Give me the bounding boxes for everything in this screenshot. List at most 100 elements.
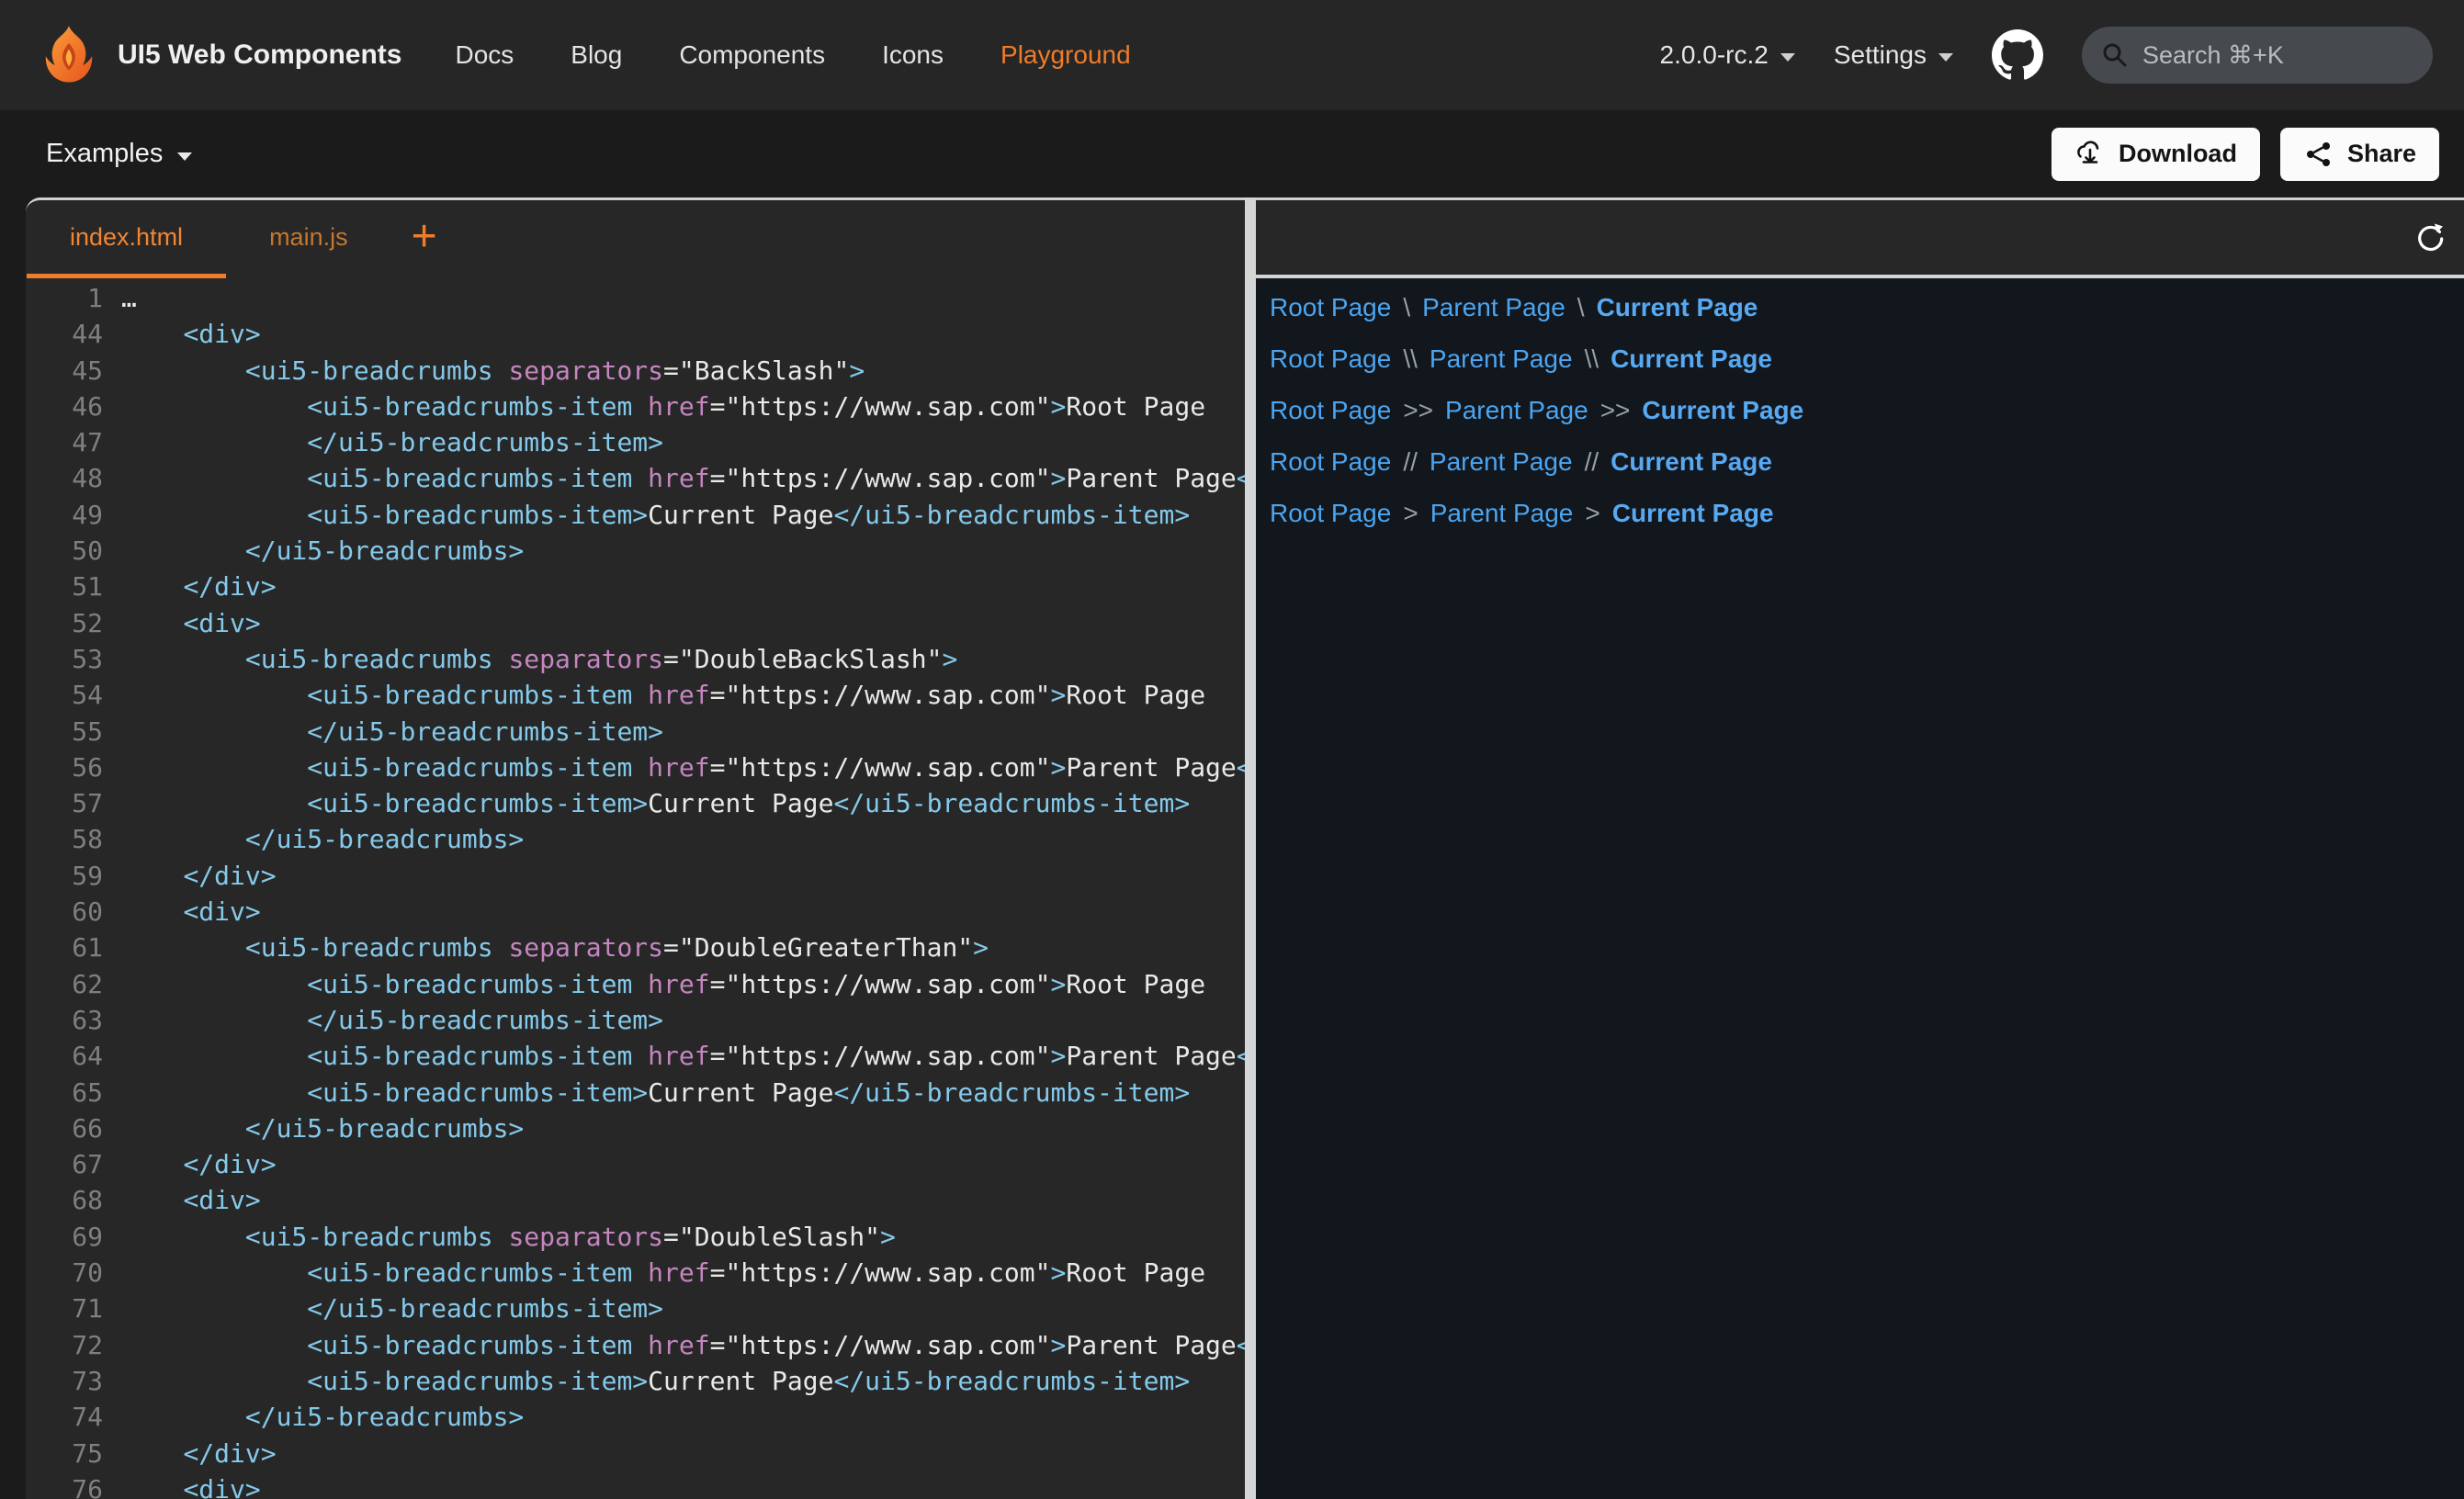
code-text: </div> xyxy=(121,1436,277,1471)
breadcrumb-link[interactable]: Root Page xyxy=(1270,344,1391,374)
line-number: 46 xyxy=(26,389,103,424)
code-text: </ui5-breadcrumbs-item> xyxy=(121,714,663,750)
breadcrumb-separator: \ xyxy=(1577,293,1585,322)
code-token: <div> xyxy=(183,1185,260,1215)
tab-main-js[interactable]: main.js xyxy=(226,200,391,278)
code-token: Parent Page xyxy=(1066,752,1236,783)
code-line: 47 </ui5-breadcrumbs-item> xyxy=(26,424,1245,460)
nav-item-playground[interactable]: Playground xyxy=(1000,40,1131,70)
code-text: … xyxy=(121,280,137,316)
editor-tabs: index.htmlmain.js xyxy=(27,200,391,278)
code-text: </div> xyxy=(121,569,277,604)
code-token xyxy=(493,1222,509,1252)
code-token: </ui5-breadcrumbs> xyxy=(245,824,524,854)
line-number: 75 xyxy=(26,1436,103,1471)
refresh-button[interactable] xyxy=(2411,220,2447,256)
code-line: 76 <div> xyxy=(26,1471,1245,1499)
breadcrumb-link[interactable]: Parent Page xyxy=(1445,396,1588,425)
nav-item-components[interactable]: Components xyxy=(679,40,825,70)
github-link[interactable] xyxy=(1992,29,2043,81)
code-line: 46 <ui5-breadcrumbs-item href="https://w… xyxy=(26,389,1245,424)
breadcrumb-link[interactable]: Root Page xyxy=(1270,499,1391,528)
breadcrumb-link[interactable]: Parent Page xyxy=(1430,499,1574,528)
code-token: "https://www.sap.com" xyxy=(725,1041,1050,1071)
code-token: </ui5-breadcrumbs-item> xyxy=(1237,463,1245,493)
code-token: "DoubleGreaterThan" xyxy=(679,932,973,963)
refresh-icon xyxy=(2411,220,2447,256)
code-text: </ui5-breadcrumbs> xyxy=(121,533,524,569)
breadcrumbs: Root Page//Parent Page//Current Page xyxy=(1270,436,2464,488)
code-text: <ui5-breadcrumbs-item>Current Page</ui5-… xyxy=(121,497,1190,533)
code-token: </ui5-breadcrumbs-item> xyxy=(1237,752,1245,783)
examples-label: Examples xyxy=(46,139,163,169)
code-token xyxy=(121,1330,307,1360)
ui5-logo[interactable]: UI5 Web Components xyxy=(37,23,401,87)
breadcrumb-link[interactable]: Root Page xyxy=(1270,293,1391,322)
code-text: <ui5-breadcrumbs-item>Current Page</ui5-… xyxy=(121,785,1190,821)
line-number: 50 xyxy=(26,533,103,569)
code-token: href xyxy=(648,1257,709,1288)
examples-dropdown[interactable]: Examples xyxy=(46,139,192,169)
share-button[interactable]: Share xyxy=(2280,128,2439,181)
nav-item-icons[interactable]: Icons xyxy=(882,40,944,70)
code-text: </ui5-breadcrumbs-item> xyxy=(121,1290,663,1326)
code-text: <ui5-breadcrumbs-item href="https://www.… xyxy=(121,966,1205,1002)
code-text: <ui5-breadcrumbs-item>Current Page</ui5-… xyxy=(121,1363,1190,1399)
breadcrumbs: Root Page>>Parent Page>>Current Page xyxy=(1270,385,2464,436)
code-token: "https://www.sap.com" xyxy=(725,680,1050,710)
code-token: href xyxy=(648,1330,709,1360)
code-text: </ui5-breadcrumbs> xyxy=(121,821,524,857)
code-text: <ui5-breadcrumbs-item href="https://www.… xyxy=(121,1255,1205,1290)
code-text: <ui5-breadcrumbs-item href="https://www.… xyxy=(121,1038,1245,1074)
code-token xyxy=(632,969,648,999)
download-button[interactable]: Download xyxy=(2051,128,2260,181)
code-line: 50 </ui5-breadcrumbs> xyxy=(26,533,1245,569)
version-label: 2.0.0-rc.2 xyxy=(1660,40,1769,70)
code-line: 52 <div> xyxy=(26,605,1245,641)
tab-index-html[interactable]: index.html xyxy=(27,200,226,278)
code-token: "https://www.sap.com" xyxy=(725,1330,1050,1360)
line-number: 61 xyxy=(26,930,103,965)
line-number: 76 xyxy=(26,1471,103,1499)
breadcrumb-link[interactable]: Parent Page xyxy=(1422,293,1565,322)
code-token: <div> xyxy=(183,896,260,927)
line-number: 59 xyxy=(26,858,103,894)
code-token xyxy=(121,1474,183,1499)
line-number: 44 xyxy=(26,316,103,352)
pane-resizer-handle[interactable] xyxy=(1245,197,1256,1499)
code-token xyxy=(121,608,183,638)
code-line: 69 <ui5-breadcrumbs separators="DoubleSl… xyxy=(26,1219,1245,1255)
code-area[interactable]: 1…44 <div>45 <ui5-breadcrumbs separators… xyxy=(26,278,1245,1499)
breadcrumb-current-page: Current Page xyxy=(1642,396,1803,425)
breadcrumb-link[interactable]: Root Page xyxy=(1270,447,1391,477)
breadcrumb-link[interactable]: Parent Page xyxy=(1430,447,1573,477)
code-line: 48 <ui5-breadcrumbs-item href="https://w… xyxy=(26,460,1245,496)
breadcrumb-link[interactable]: Parent Page xyxy=(1430,344,1573,374)
code-token: "https://www.sap.com" xyxy=(725,391,1050,422)
search-input[interactable] xyxy=(2141,40,2414,71)
code-token: </div> xyxy=(183,1149,276,1179)
code-text: <div> xyxy=(121,1182,261,1218)
version-dropdown[interactable]: 2.0.0-rc.2 xyxy=(1660,40,1795,70)
settings-dropdown[interactable]: Settings xyxy=(1834,40,1953,70)
download-cloud-icon xyxy=(2074,139,2106,170)
code-token: "https://www.sap.com" xyxy=(725,969,1050,999)
nav-item-docs[interactable]: Docs xyxy=(455,40,514,70)
code-token: > xyxy=(1050,752,1066,783)
code-token: <ui5-breadcrumbs-item xyxy=(307,463,632,493)
add-tab-button[interactable]: + xyxy=(391,197,458,278)
code-token: = xyxy=(663,932,679,963)
code-token: separators xyxy=(508,644,663,674)
code-token: = xyxy=(710,1041,726,1071)
code-token xyxy=(121,969,307,999)
code-token xyxy=(121,1366,307,1396)
code-token: separators xyxy=(508,355,663,386)
code-line: 73 <ui5-breadcrumbs-item>Current Page</u… xyxy=(26,1363,1245,1399)
line-number: 49 xyxy=(26,497,103,533)
breadcrumb-link[interactable]: Root Page xyxy=(1270,396,1391,425)
code-line: 68 <div> xyxy=(26,1182,1245,1218)
line-number: 72 xyxy=(26,1327,103,1363)
nav-item-blog[interactable]: Blog xyxy=(571,40,622,70)
code-token: <div> xyxy=(183,1474,260,1499)
code-token: Parent Page xyxy=(1066,1330,1236,1360)
